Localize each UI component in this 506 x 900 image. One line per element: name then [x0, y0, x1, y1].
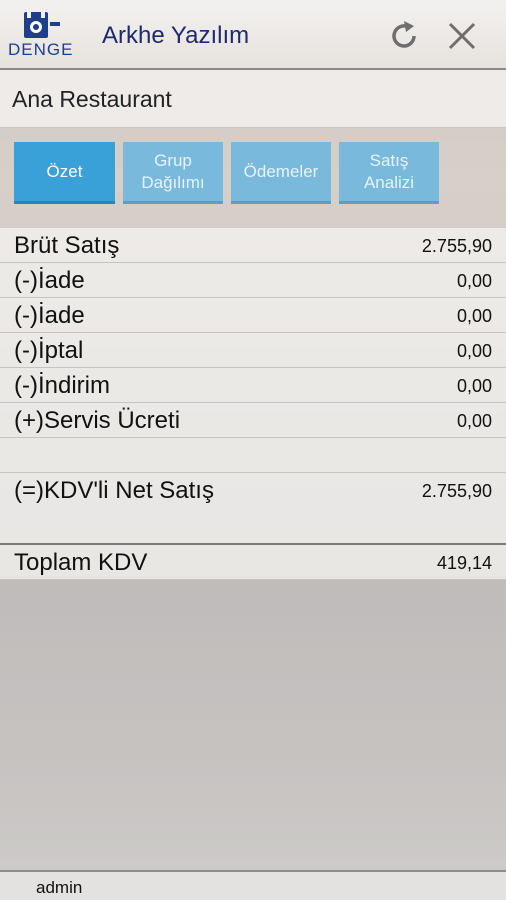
- row-label: (-)İndirim: [14, 372, 110, 399]
- summary-row-iade: (-)İade 0,00: [0, 263, 506, 298]
- row-value: 0,00: [456, 376, 492, 396]
- row-value: 419,14: [436, 553, 492, 573]
- logged-in-user: admin: [36, 878, 83, 897]
- summary-row-brut-satis: Brüt Satış 2.755,90: [0, 228, 506, 263]
- row-label: (+)Servis Ücreti: [14, 407, 181, 434]
- tab-ozet[interactable]: Özet: [14, 142, 115, 204]
- tab-odemeler[interactable]: Ödemeler: [231, 142, 331, 204]
- row-label: (-)İade: [14, 302, 85, 329]
- row-label: (-)İptal: [14, 337, 84, 364]
- summary-list: Brüt Satış 2.755,90 (-)İade 0,00 (-)İade…: [0, 228, 506, 580]
- summary-row-toplam-kdv: Toplam KDV 419,14: [0, 545, 506, 580]
- summary-row-spacer: [0, 438, 506, 473]
- app-title: Arkhe Yazılım: [102, 22, 250, 49]
- summary-row-iade-2: (-)İade 0,00: [0, 298, 506, 333]
- row-value: 0,00: [456, 271, 492, 291]
- app-screen: DENGE Arkhe Yazılım Ana Restaurant Özet …: [0, 0, 506, 900]
- tab-grup-dagilimi[interactable]: Grup Dağılımı: [123, 142, 223, 204]
- restaurant-bar[interactable]: Ana Restaurant: [0, 70, 506, 128]
- row-value: 0,00: [456, 341, 492, 361]
- tab-grup-dagilimi-label: Grup Dağılımı: [141, 150, 205, 192]
- row-value: 2.755,90: [421, 236, 492, 256]
- close-button[interactable]: [444, 18, 480, 54]
- summary-row-indirim: (-)İndirim 0,00: [0, 368, 506, 403]
- row-value: 2.755,90: [421, 481, 492, 501]
- report-tabs: Özet Grup Dağılımı Ödemeler Satış Analiz…: [0, 128, 506, 228]
- summary-row-iptal: (-)İptal 0,00: [0, 333, 506, 368]
- app-header: DENGE Arkhe Yazılım: [0, 0, 506, 70]
- row-label: Toplam KDV: [14, 549, 148, 576]
- row-value: 0,00: [456, 306, 492, 326]
- background-area: [0, 580, 506, 870]
- row-value: 0,00: [456, 411, 492, 431]
- tab-odemeler-label: Ödemeler: [243, 161, 319, 181]
- row-label: Brüt Satış: [14, 232, 120, 259]
- logo-text: DENGE: [8, 40, 74, 59]
- summary-row-spacer: [0, 508, 506, 543]
- tab-satis-analizi[interactable]: Satış Analizi: [339, 142, 439, 204]
- tab-satis-analizi-label: Satış Analizi: [363, 150, 415, 192]
- denge-logo: DENGE: [6, 10, 78, 60]
- summary-row-net-satis: (=)KDV'li Net Satış 2.755,90: [0, 473, 506, 508]
- refresh-icon: [392, 21, 416, 48]
- restaurant-name: Ana Restaurant: [12, 86, 172, 112]
- status-bar: admin: [0, 870, 506, 900]
- tab-ozet-label: Özet: [46, 161, 83, 181]
- refresh-button[interactable]: [386, 18, 422, 54]
- close-icon: [448, 22, 476, 50]
- summary-row-servis-ucreti: (+)Servis Ücreti 0,00: [0, 403, 506, 438]
- row-label: (=)KDV'li Net Satış: [14, 477, 214, 504]
- row-label: (-)İade: [14, 267, 85, 294]
